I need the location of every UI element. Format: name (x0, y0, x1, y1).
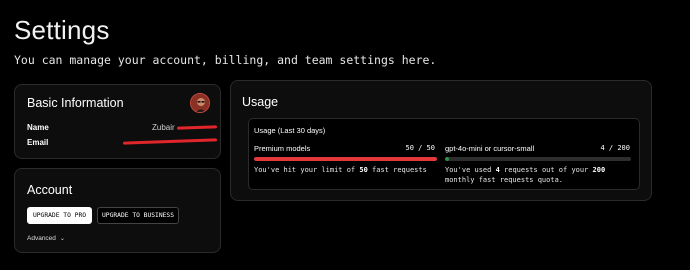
usage-card: Usage Usage (Last 30 days) Premium model… (230, 80, 652, 201)
premium-note-limit: 50 (359, 166, 368, 174)
premium-models-count: 50 / 50 (405, 144, 435, 152)
basic-information-title: Basic Information (27, 96, 124, 110)
name-redaction (176, 125, 218, 130)
advanced-label: Advanced (27, 235, 56, 242)
avatar-image (191, 94, 209, 112)
small-models-progress-fill (445, 157, 449, 161)
premium-models-label: Premium models (254, 144, 311, 153)
name-value: Zubair (152, 123, 175, 132)
small-models-note: You've used 4 requests out of your 200 m… (445, 165, 635, 185)
premium-models-progress-fill (254, 157, 437, 161)
name-label: Name (27, 123, 49, 132)
small-note-suffix: monthly fast requests quota. (445, 176, 564, 184)
usage-period-label: Usage (Last 30 days) (254, 126, 326, 135)
premium-note-suffix: fast requests (372, 166, 427, 174)
small-models-count: 4 / 200 (600, 144, 630, 152)
upgrade-to-business-button[interactable]: UPGRADE TO BUSINESS (97, 207, 179, 224)
avatar[interactable] (190, 93, 210, 113)
usage-panel: Usage (Last 30 days) Premium models 50 /… (248, 118, 640, 190)
basic-information-card: Basic Information Name Zubair Email (14, 84, 221, 159)
account-title: Account (27, 183, 73, 197)
small-models-label: gpt-4o-mini or cursor-small (445, 144, 535, 153)
small-models-progress (445, 157, 631, 161)
advanced-toggle[interactable]: Advanced ⌄ (27, 235, 65, 242)
account-card: Account UPGRADE TO PRO UPGRADE TO BUSINE… (14, 168, 221, 253)
upgrade-to-pro-button[interactable]: UPGRADE TO PRO (27, 207, 92, 224)
chevron-down-icon: ⌄ (59, 236, 65, 242)
usage-title: Usage (242, 95, 279, 109)
small-note-middle: requests out of your (504, 166, 589, 174)
small-note-prefix: You've used (445, 166, 492, 174)
email-label: Email (27, 138, 49, 147)
small-note-used: 4 (495, 166, 500, 174)
premium-note-prefix: You've hit your limit of (254, 166, 356, 174)
premium-models-progress (254, 157, 437, 161)
page-title: Settings (14, 15, 110, 45)
premium-models-note: You've hit your limit of 50 fast request… (254, 165, 427, 175)
email-redaction (122, 138, 218, 145)
page-subtitle: You can manage your account, billing, an… (14, 53, 437, 67)
small-note-limit: 200 (592, 166, 606, 174)
